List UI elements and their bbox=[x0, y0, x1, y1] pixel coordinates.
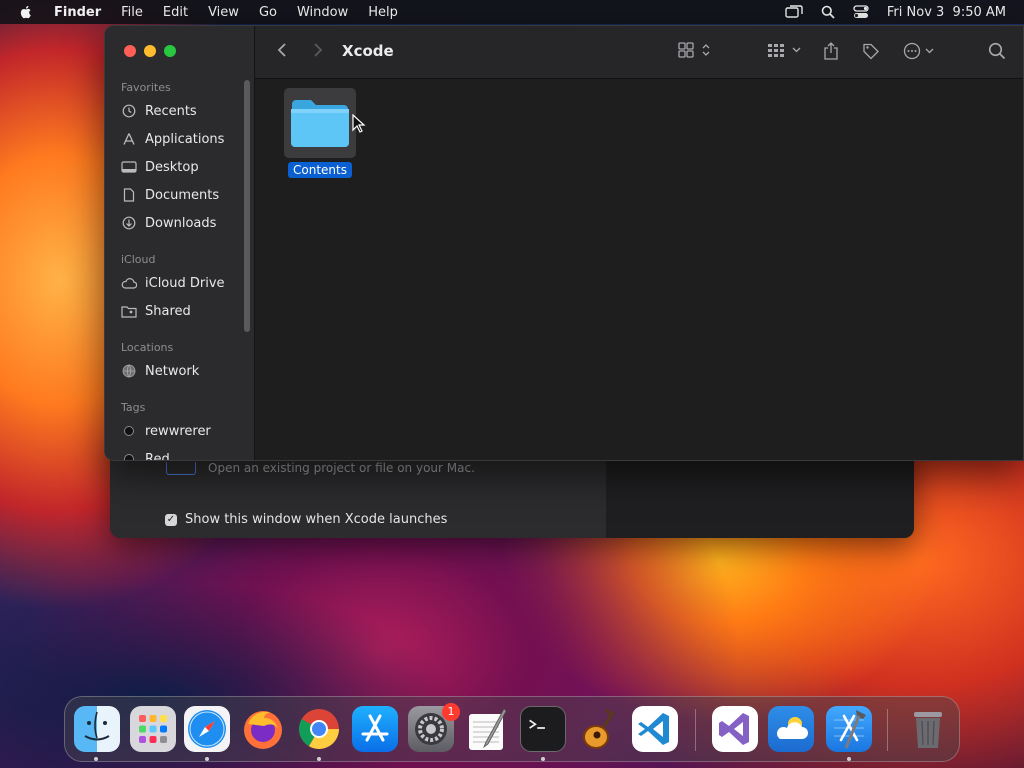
folder-item-contents[interactable]: Contents bbox=[283, 88, 357, 178]
shared-folder-icon bbox=[121, 303, 137, 319]
sidebar-item-label: iCloud Drive bbox=[145, 275, 225, 291]
weather-icon[interactable] bbox=[768, 706, 814, 752]
forward-chevron-icon[interactable] bbox=[313, 42, 323, 58]
network-icon bbox=[121, 363, 137, 379]
xcode-icon[interactable] bbox=[826, 706, 872, 752]
clock-icon bbox=[121, 103, 137, 119]
show-window-checkbox[interactable]: ✓ bbox=[165, 514, 177, 526]
sidebar-item-label: Network bbox=[145, 363, 200, 379]
menu-help[interactable]: Help bbox=[368, 5, 398, 20]
menu-bar: Finder File Edit View Go Window Help Fri… bbox=[0, 0, 1024, 24]
show-window-label[interactable]: Show this window when Xcode launches bbox=[185, 512, 447, 527]
terminal-icon[interactable] bbox=[520, 706, 566, 752]
search-icon[interactable] bbox=[988, 42, 1006, 60]
sidebar-item-recents[interactable]: Recents bbox=[121, 101, 197, 121]
sidebar-item-label: Applications bbox=[145, 131, 225, 147]
desktop-icon bbox=[121, 159, 137, 175]
cloud-icon bbox=[121, 275, 137, 291]
folder-label: Contents bbox=[288, 162, 352, 178]
firefox-icon[interactable] bbox=[240, 706, 286, 752]
folder-icon bbox=[291, 100, 349, 147]
tag-icon[interactable] bbox=[862, 42, 880, 60]
zoom-button[interactable] bbox=[164, 45, 176, 57]
tag-color-dot bbox=[121, 451, 137, 460]
chrome-icon[interactable] bbox=[296, 706, 342, 752]
sidebar-section-tags: Tags bbox=[121, 401, 146, 414]
finder-icon[interactable] bbox=[74, 706, 120, 752]
sidebar-scrollbar[interactable] bbox=[244, 80, 250, 332]
launchpad-icon[interactable] bbox=[130, 706, 176, 752]
sidebar-item-label: rewwrerer bbox=[145, 423, 211, 439]
window-title: Xcode bbox=[342, 42, 394, 60]
menu-view[interactable]: View bbox=[208, 5, 239, 20]
finder-window: Favorites Recents Applications Desktop D… bbox=[104, 25, 1024, 461]
sidebar-item-applications[interactable]: Applications bbox=[121, 129, 224, 149]
menu-go[interactable]: Go bbox=[259, 5, 277, 20]
selection-highlight bbox=[284, 88, 356, 158]
sidebar-item-downloads[interactable]: Downloads bbox=[121, 213, 216, 233]
running-indicator bbox=[541, 757, 545, 761]
menu-file[interactable]: File bbox=[121, 5, 143, 20]
running-indicator bbox=[317, 757, 321, 761]
finder-toolbar: Xcode bbox=[255, 26, 1023, 79]
sidebar-item-tag-red[interactable]: Red bbox=[121, 449, 170, 461]
notification-badge: 1 bbox=[442, 703, 460, 721]
app-store-icon[interactable] bbox=[352, 706, 398, 752]
sidebar-item-network[interactable]: Network bbox=[121, 361, 199, 381]
open-existing-project-text[interactable]: Open an existing project or file on your… bbox=[208, 461, 475, 475]
sidebar-item-icloud-drive[interactable]: iCloud Drive bbox=[121, 273, 225, 293]
safari-icon[interactable] bbox=[184, 706, 230, 752]
download-icon bbox=[121, 215, 137, 231]
sidebar-section-icloud: iCloud bbox=[121, 253, 156, 266]
sidebar-item-documents[interactable]: Documents bbox=[121, 185, 219, 205]
dock-separator bbox=[887, 709, 888, 751]
view-mode-icon[interactable] bbox=[678, 42, 712, 58]
menu-app-name[interactable]: Finder bbox=[54, 5, 101, 20]
sidebar-item-label: Red bbox=[145, 451, 170, 461]
open-project-icon[interactable] bbox=[166, 462, 196, 475]
window-controls bbox=[124, 45, 176, 57]
running-indicator bbox=[94, 757, 98, 761]
sidebar-item-label: Shared bbox=[145, 303, 191, 319]
sidebar-item-label: Documents bbox=[145, 187, 220, 203]
document-icon bbox=[121, 187, 137, 203]
sidebar-item-label: Downloads bbox=[145, 215, 217, 231]
textedit-icon[interactable] bbox=[464, 706, 510, 752]
menu-clock[interactable]: Fri Nov 3 9:50 AM bbox=[887, 5, 1006, 20]
apple-icon[interactable] bbox=[18, 4, 34, 20]
control-center-icon[interactable] bbox=[853, 5, 869, 19]
finder-sidebar: Favorites Recents Applications Desktop D… bbox=[105, 26, 255, 460]
sidebar-section-locations: Locations bbox=[121, 341, 174, 354]
mouse-pointer-icon bbox=[352, 114, 366, 133]
sidebar-item-label: Desktop bbox=[145, 159, 199, 175]
more-actions-icon[interactable] bbox=[903, 42, 937, 60]
menu-edit[interactable]: Edit bbox=[163, 5, 188, 20]
dock: 1 bbox=[64, 696, 960, 762]
tag-color-dot bbox=[121, 423, 137, 439]
visual-studio-icon[interactable] bbox=[712, 706, 758, 752]
finder-content: Xcode Contents bbox=[255, 26, 1023, 460]
back-chevron-icon[interactable] bbox=[277, 42, 287, 58]
applications-icon bbox=[121, 131, 137, 147]
vscode-icon[interactable] bbox=[632, 706, 678, 752]
sidebar-item-desktop[interactable]: Desktop bbox=[121, 157, 199, 177]
share-icon[interactable] bbox=[823, 42, 839, 60]
close-button[interactable] bbox=[124, 45, 136, 57]
trash-icon[interactable] bbox=[905, 706, 951, 752]
running-indicator bbox=[847, 757, 851, 761]
group-by-icon[interactable] bbox=[767, 42, 803, 58]
menu-window[interactable]: Window bbox=[297, 5, 348, 20]
sidebar-section-favorites: Favorites bbox=[121, 81, 171, 94]
dock-separator bbox=[695, 709, 696, 751]
screen-mirroring-icon[interactable] bbox=[785, 5, 803, 19]
sidebar-item-shared[interactable]: Shared bbox=[121, 301, 191, 321]
garageband-icon[interactable] bbox=[576, 706, 622, 752]
spotlight-search-icon[interactable] bbox=[821, 5, 835, 19]
sidebar-item-label: Recents bbox=[145, 103, 197, 119]
sidebar-item-tag-rewwrerer[interactable]: rewwrerer bbox=[121, 421, 211, 441]
minimize-button[interactable] bbox=[144, 45, 156, 57]
running-indicator bbox=[205, 757, 209, 761]
